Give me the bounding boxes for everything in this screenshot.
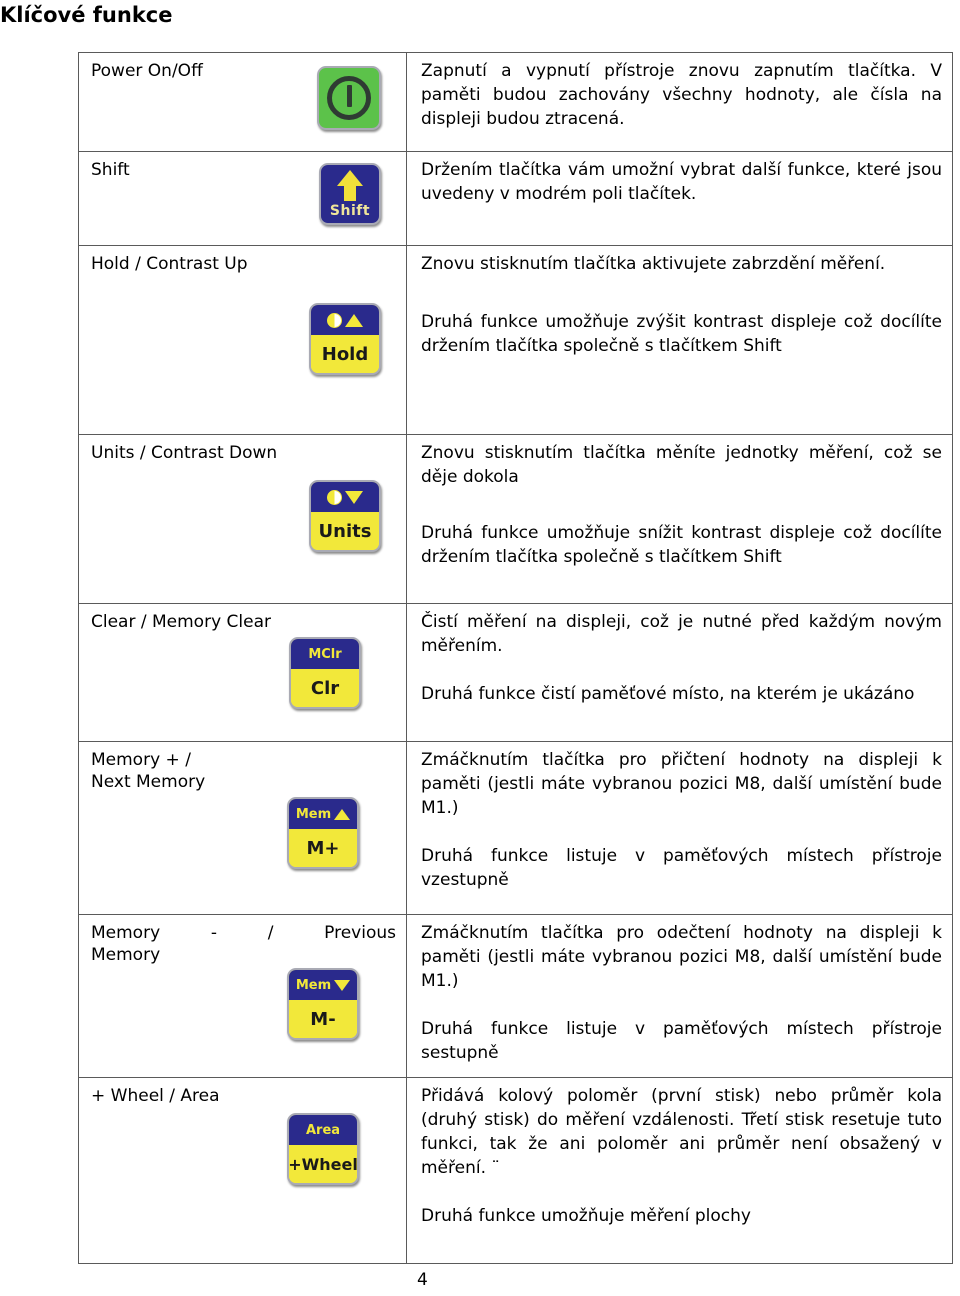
function-cell: Clear / Memory Clear MClr Clr (78, 603, 407, 742)
description-paragraph: Držením tlačítka vám umožní vybrat další… (421, 160, 942, 204)
button-top-label: Area (305, 1122, 341, 1138)
arrow-down-small-icon (334, 979, 351, 991)
table-row: Units / Contrast Down Units Znovu stiskn… (78, 434, 953, 604)
description-paragraph: Druhá funkce čistí paměťové místo, na kt… (421, 684, 915, 704)
button-bottom-label: Hold (311, 335, 379, 373)
button-illustration-wrap: Mem M- (79, 966, 406, 1048)
function-label-line: Memory (91, 945, 161, 965)
description-cell: Zmáčknutím tlačítka pro přičtení hodnoty… (406, 741, 953, 915)
button-top-area: Area (289, 1115, 357, 1145)
table-row: + Wheel / Area Area +Wheel Přidává kolov… (78, 1077, 953, 1264)
description-text: Zmáčknutím tlačítka pro přičtení hodnoty… (407, 742, 952, 900)
description-cell: Čistí měření na displeji, což je nutné p… (406, 603, 953, 742)
power-button-icon (317, 66, 381, 130)
description-paragraph: Druhá funkce umožňuje snížit kontrast di… (421, 523, 942, 567)
description-paragraph: Čistí měření na displeji, což je nutné p… (421, 612, 942, 656)
description-paragraph: Zmáčknutím tlačítka pro odečtení hodnoty… (421, 923, 942, 991)
shift-button-label: Shift (329, 203, 371, 219)
table-row: Memory - / Previous Memory Mem M- Zmáčkn… (78, 914, 953, 1078)
table-row: Memory + / Next Memory Mem M+ Zmáčknutím (78, 741, 953, 915)
area-wheel-button-icon: Area +Wheel (287, 1113, 359, 1185)
memory-minus-button-icon: Mem M- (287, 968, 359, 1040)
function-label: Clear / Memory Clear (91, 612, 271, 632)
table-row: Shift Shift Držením tlačítka vám umožní … (78, 151, 953, 246)
function-label-line: Next Memory (91, 772, 206, 792)
function-label: Units / Contrast Down (91, 443, 278, 463)
button-bottom-label: Units (311, 512, 379, 550)
description-paragraph: Druhá funkce umožňuje měření plochy (421, 1206, 751, 1226)
button-bottom-label: M+ (289, 829, 357, 867)
button-top-area: MClr (291, 639, 359, 669)
description-text: Znovu stisknutím tlačítka měníte jednotk… (407, 435, 952, 577)
button-top-area: Mem (289, 970, 357, 1000)
description-paragraph: Druhá funkce listuje v paměťových místec… (421, 846, 942, 890)
function-cell: Units / Contrast Down Units (78, 434, 407, 604)
description-text: Zmáčknutím tlačítka pro odečtení hodnoty… (407, 915, 952, 1073)
button-illustration-wrap: MClr Clr (79, 633, 406, 717)
function-label-line: Memory + / (91, 750, 191, 770)
function-cell: Hold / Contrast Up Hold (78, 245, 407, 435)
description-cell: Zmáčknutím tlačítka pro odečtení hodnoty… (406, 914, 953, 1078)
table-row: Clear / Memory Clear MClr Clr Čistí měře… (78, 603, 953, 742)
button-bottom-label: M- (289, 1000, 357, 1038)
description-paragraph: Druhá funkce listuje v paměťových místec… (421, 1019, 942, 1063)
button-top-label: MClr (308, 646, 342, 662)
button-bottom-label: Clr (291, 669, 359, 707)
button-illustration-wrap: Units (79, 464, 406, 560)
power-symbol-icon (327, 76, 371, 120)
function-cell: Memory - / Previous Memory Mem M- (78, 914, 407, 1078)
button-top-label: Mem (295, 806, 332, 822)
function-label-line: Memory - / Previous (91, 923, 396, 943)
description-text: Zapnutí a vypnutí přístroje znovu zapnut… (407, 53, 952, 139)
button-top-area (311, 305, 379, 335)
memory-plus-button-icon: Mem M+ (287, 797, 359, 869)
table-row: Power On/Off Zapnutí a vypnutí přístroje… (78, 52, 953, 152)
units-button-icon: Units (309, 480, 381, 552)
function-label: Memory + / Next Memory (79, 742, 406, 793)
description-paragraph: Zapnutí a vypnutí přístroje znovu zapnut… (421, 61, 942, 129)
button-bottom-label: +Wheel (289, 1145, 357, 1183)
button-illustration-wrap: Mem M+ (79, 793, 406, 877)
function-label: + Wheel / Area (91, 1086, 220, 1106)
button-illustration-wrap: Hold (79, 275, 406, 383)
description-cell: Přidává kolový poloměr (první stisk) neb… (406, 1077, 953, 1264)
key-functions-table: Power On/Off Zapnutí a vypnutí přístroje… (78, 52, 953, 1264)
description-text: Znovu stisknutím tlačítka aktivujete zab… (407, 246, 952, 366)
page-number: 4 (417, 1270, 428, 1290)
page-title: Klíčové funkce (0, 3, 173, 27)
contrast-icon (327, 489, 342, 505)
hold-button-icon: Hold (309, 303, 381, 375)
function-cell: Shift Shift (78, 151, 407, 246)
button-top-area (311, 482, 379, 512)
function-label: Hold / Contrast Up (91, 254, 248, 274)
description-cell: Zapnutí a vypnutí přístroje znovu zapnut… (406, 52, 953, 152)
description-cell: Znovu stisknutím tlačítka měníte jednotk… (406, 434, 953, 604)
description-paragraph: Znovu stisknutím tlačítka měníte jednotk… (421, 443, 942, 487)
description-cell: Držením tlačítka vám umožní vybrat další… (406, 151, 953, 246)
description-cell: Znovu stisknutím tlačítka aktivujete zab… (406, 245, 953, 435)
description-paragraph: Přidává kolový poloměr (první stisk) neb… (421, 1086, 942, 1178)
function-label: Memory - / Previous Memory (79, 915, 406, 966)
button-top-area: Mem (289, 799, 357, 829)
button-top-label: Mem (295, 977, 332, 993)
table-row: Hold / Contrast Up Hold Znovu stisknutím… (78, 245, 953, 435)
description-paragraph: Druhá funkce umožňuje zvýšit kontrast di… (421, 312, 942, 356)
description-paragraph: Znovu stisknutím tlačítka aktivujete zab… (421, 254, 886, 274)
function-cell: Power On/Off (78, 52, 407, 152)
triangle-down-icon (345, 490, 363, 504)
clear-button-icon: MClr Clr (289, 637, 361, 709)
arrow-up-icon (337, 170, 363, 201)
description-text: Přidává kolový poloměr (první stisk) neb… (407, 1078, 952, 1236)
triangle-up-icon (345, 313, 363, 327)
description-text: Čistí měření na displeji, což je nutné p… (407, 604, 952, 714)
arrow-up-small-icon (334, 808, 351, 820)
function-cell: + Wheel / Area Area +Wheel (78, 1077, 407, 1264)
description-text: Držením tlačítka vám umožní vybrat další… (407, 152, 952, 214)
description-paragraph: Zmáčknutím tlačítka pro přičtení hodnoty… (421, 750, 942, 818)
function-cell: Memory + / Next Memory Mem M+ (78, 741, 407, 915)
shift-button-icon: Shift (319, 163, 381, 225)
contrast-icon (327, 312, 342, 328)
button-illustration-wrap: Area +Wheel (79, 1107, 406, 1193)
